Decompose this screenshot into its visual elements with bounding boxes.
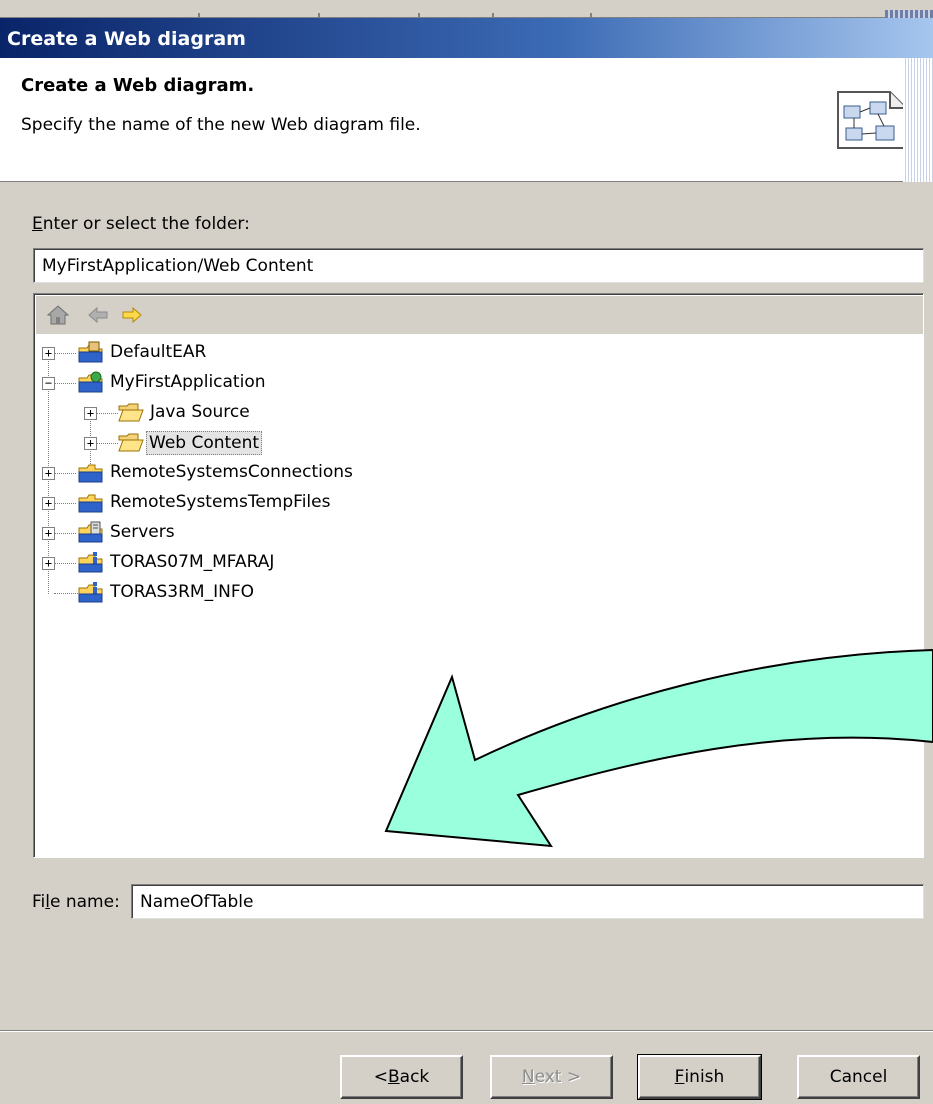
file-name-input[interactable]	[131, 884, 924, 919]
dialog-title: Create a Web diagram	[7, 28, 246, 50]
cancel-button[interactable]: Cancel	[797, 1055, 920, 1099]
file-name-label: File name:	[32, 892, 120, 912]
tree-item-label: DefaultEAR	[110, 342, 207, 362]
expand-toggle[interactable]: +	[42, 527, 55, 540]
tree-item-label: RemoteSystemsTempFiles	[110, 492, 331, 512]
web-project-folder-icon	[78, 371, 103, 393]
wizard-banner: Create a Web diagram. Specify the name o…	[0, 58, 933, 182]
expand-toggle[interactable]: +	[84, 437, 97, 450]
expand-toggle[interactable]: +	[42, 347, 55, 360]
server-folder-icon	[78, 521, 103, 543]
button-separator	[0, 1030, 933, 1032]
tree-item-label: RemoteSystemsConnections	[110, 462, 353, 482]
forward-arrow-icon[interactable]	[120, 303, 144, 327]
folder-label: Enter or select the folder:	[32, 214, 250, 234]
expand-toggle[interactable]: +	[42, 557, 55, 570]
tree-toolbar	[36, 296, 923, 334]
collapse-toggle[interactable]: −	[42, 377, 55, 390]
open-folder-icon	[118, 433, 144, 452]
tree-item-label: Servers	[110, 522, 175, 542]
finish-button[interactable]: Finish	[637, 1054, 762, 1100]
folder-input[interactable]	[33, 248, 924, 283]
java-project-folder-icon	[78, 582, 103, 603]
expand-toggle[interactable]: +	[42, 497, 55, 510]
tree-item-label: MyFirstApplication	[110, 372, 266, 392]
expand-toggle[interactable]: +	[42, 467, 55, 480]
back-button[interactable]: < Back	[340, 1055, 463, 1099]
tree-item-label: TORAS3RM_INFO	[110, 582, 254, 602]
wizard-heading: Create a Web diagram.	[21, 75, 255, 96]
dialog-title-bar[interactable]: Create a Web diagram	[0, 18, 933, 58]
background-window-strip	[0, 0, 933, 18]
home-icon[interactable]	[46, 303, 70, 327]
next-button[interactable]: Next >	[490, 1055, 613, 1099]
folder-tree: + DefaultEAR − MyFirstApplication + Java…	[34, 334, 923, 857]
tree-item-label: TORAS07M_MFARAJ	[110, 552, 275, 572]
web-diagram-wizard-icon	[837, 91, 907, 149]
expand-toggle[interactable]: +	[84, 407, 97, 420]
open-folder-icon	[118, 403, 144, 422]
java-project-folder-icon	[78, 552, 103, 573]
project-folder-icon	[78, 341, 103, 363]
wizard-description: Specify the name of the new Web diagram …	[21, 115, 421, 135]
project-folder-icon	[78, 494, 103, 513]
back-arrow-icon[interactable]	[86, 303, 110, 327]
folder-tree-panel[interactable]: + DefaultEAR − MyFirstApplication + Java…	[33, 293, 924, 858]
project-folder-icon	[78, 464, 103, 483]
tree-item-label: Web Content	[146, 431, 263, 455]
tree-item-label: Java Source	[150, 402, 250, 422]
